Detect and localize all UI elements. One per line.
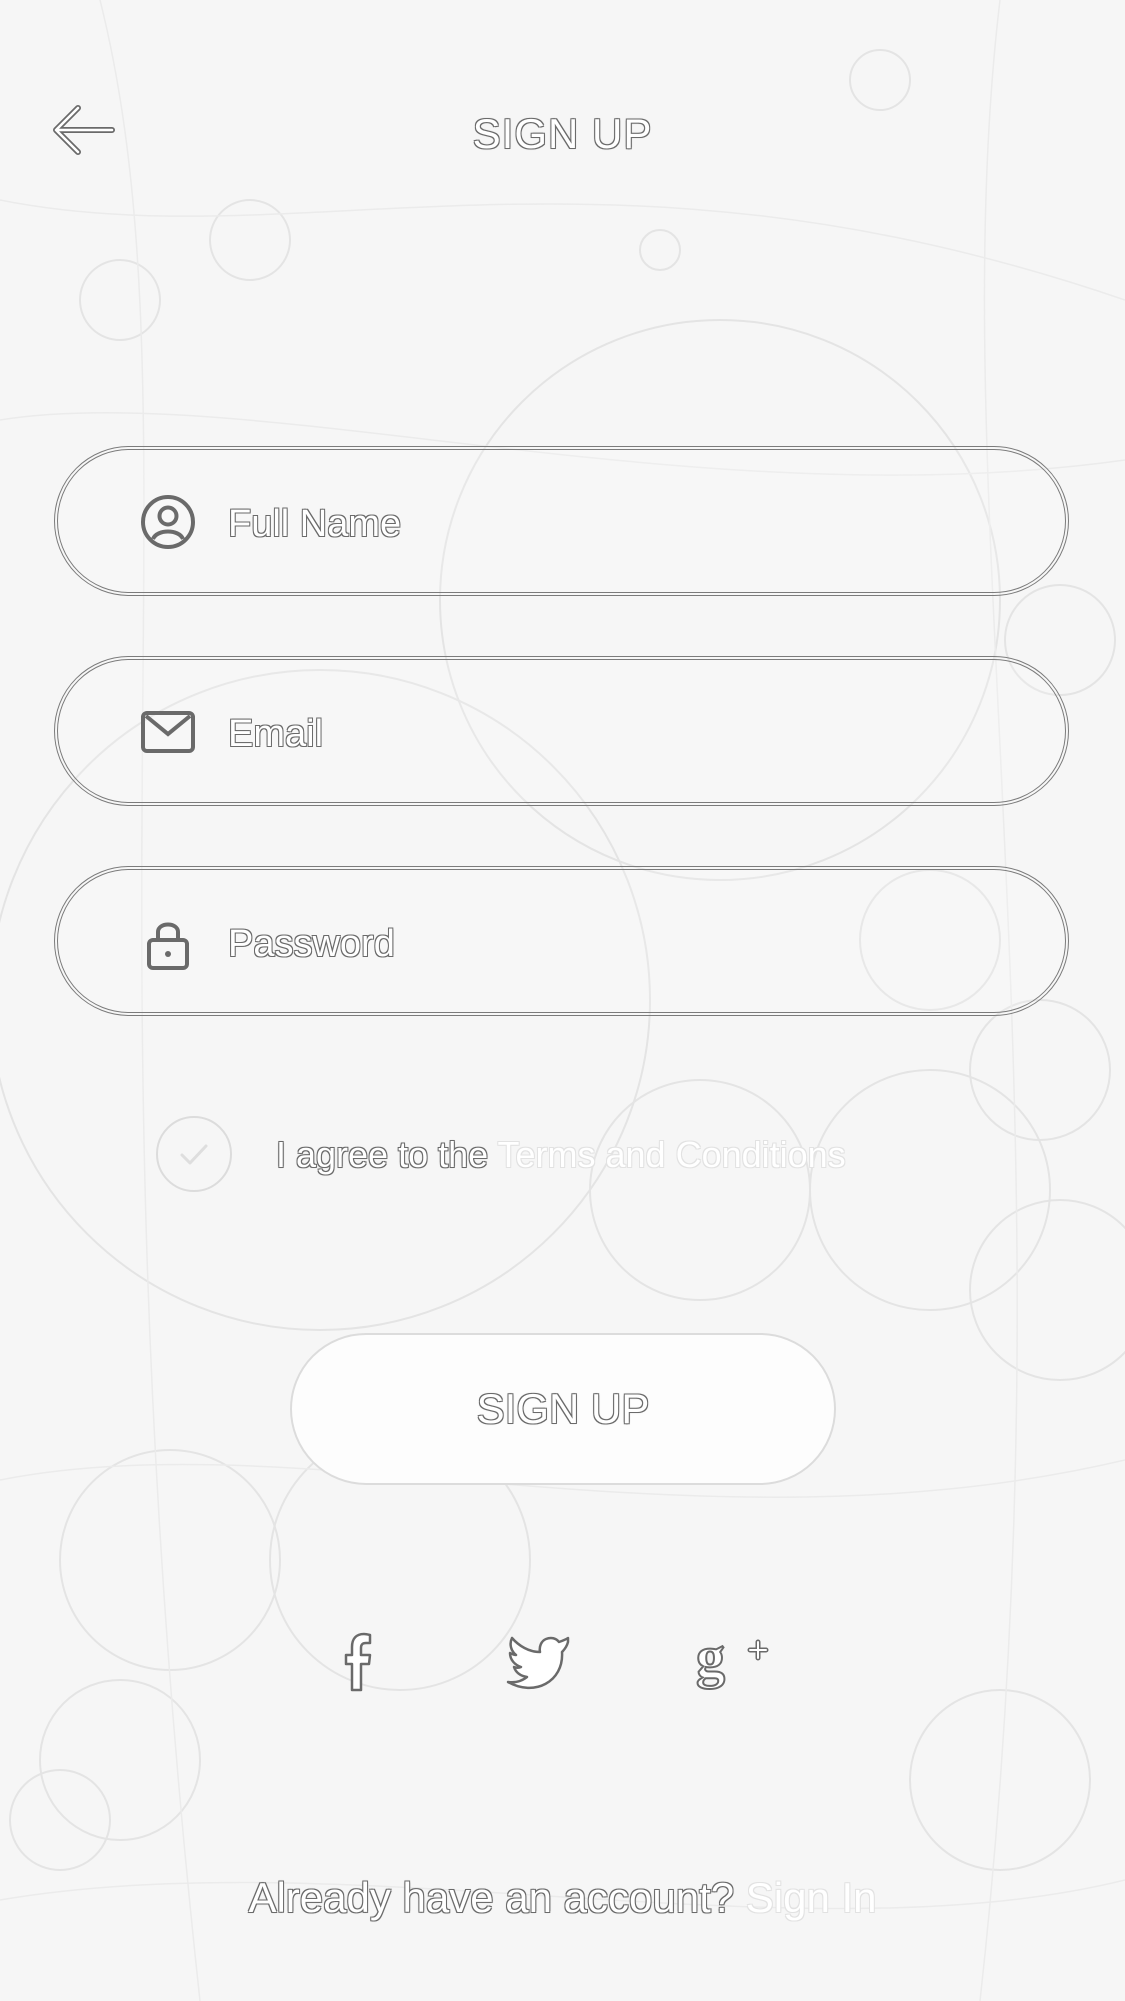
svg-text:g: g: [696, 1624, 725, 1689]
twitter-icon: [506, 1636, 570, 1690]
password-input[interactable]: [226, 908, 1010, 980]
google-plus-icon: g: [695, 1623, 769, 1690]
page-title: SIGN UP: [472, 110, 653, 157]
sign-in-link[interactable]: Sign In: [746, 1874, 877, 1921]
password-field[interactable]: [54, 866, 1069, 1016]
sign-up-button[interactable]: SIGN UP: [290, 1333, 836, 1485]
user-icon: [141, 495, 195, 549]
terms-checkbox[interactable]: [156, 1116, 232, 1192]
facebook-icon: [344, 1632, 372, 1692]
terms-link[interactable]: Terms and Conditions: [498, 1134, 846, 1175]
full-name-input[interactable]: [226, 488, 1010, 560]
full-name-field[interactable]: [54, 446, 1069, 596]
lock-icon: [147, 922, 189, 970]
twitter-button[interactable]: [498, 1620, 578, 1700]
sign-in-prompt: Already have an account? Sign In: [0, 1874, 1125, 1922]
terms-text: I agree to the Terms and Conditions: [276, 1134, 846, 1176]
email-field[interactable]: [54, 656, 1069, 806]
google-plus-button[interactable]: g: [694, 1620, 774, 1700]
facebook-button[interactable]: [318, 1620, 398, 1700]
check-icon: [180, 1144, 208, 1165]
envelope-icon: [141, 711, 195, 753]
email-input[interactable]: [226, 698, 1010, 770]
sign-in-prompt-text: Already have an account?: [248, 1874, 746, 1921]
terms-prefix: I agree to the: [276, 1134, 498, 1175]
